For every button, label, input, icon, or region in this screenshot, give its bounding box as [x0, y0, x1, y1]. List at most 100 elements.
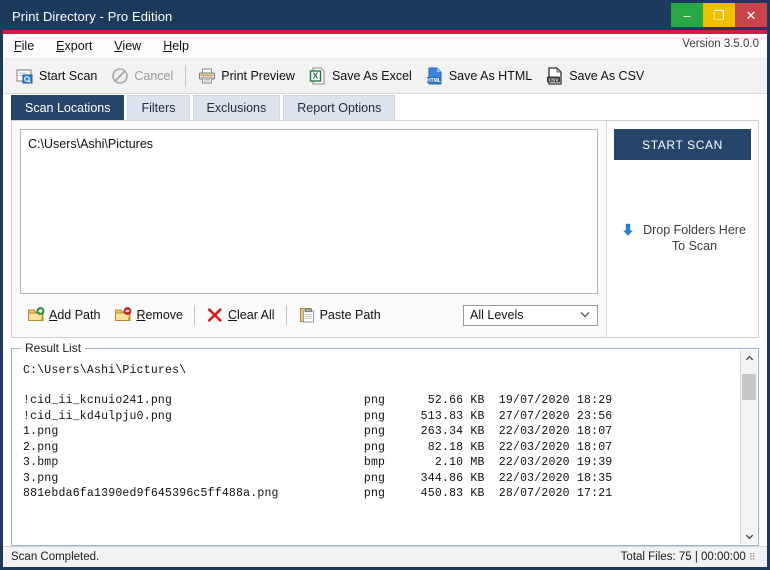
add-path-button[interactable]: Add Path	[20, 304, 107, 326]
scrollbar-thumb[interactable]	[742, 374, 756, 400]
toolbar-save-excel-button[interactable]: X Save As Excel	[302, 65, 419, 87]
toolbar-start-scan-label: Start Scan	[39, 69, 98, 83]
toolbar-cancel-button[interactable]: Cancel	[104, 65, 180, 87]
result-row[interactable]: !cid_ii_kcnuio241.png png 52.66 KB 19/07…	[23, 393, 741, 409]
status-elapsed: 00:00:00	[701, 551, 746, 563]
status-separator: |	[694, 551, 698, 563]
menu-item-help[interactable]: Help	[152, 39, 200, 53]
scan-icon	[16, 67, 34, 85]
menu-item-file[interactable]: File	[3, 39, 45, 53]
path-action-bar: Add Path Remove Clear All Paste Path All…	[20, 301, 598, 329]
menu-bar: File Export View Help Version 3.5.0.0	[3, 34, 767, 59]
download-arrow-icon	[619, 222, 637, 240]
toolbar-separator-1	[185, 65, 187, 87]
action-separator-1	[194, 305, 195, 325]
tab-exclusions[interactable]: Exclusions	[192, 95, 281, 120]
menu-item-export[interactable]: Export	[45, 39, 103, 53]
add-path-label: Add Path	[49, 308, 101, 322]
menu-file-rest: ile	[21, 39, 35, 53]
scroll-up-icon[interactable]	[741, 350, 757, 366]
folder-remove-icon	[114, 306, 132, 324]
toolbar-print-preview-label: Print Preview	[221, 69, 295, 83]
levels-dropdown[interactable]: All Levels	[463, 304, 598, 326]
toolbar-cancel-label: Cancel	[134, 69, 174, 83]
folder-add-icon	[27, 306, 45, 324]
tab-strip: Scan Locations Filters Exclusions Report…	[3, 94, 767, 120]
chevron-down-icon	[579, 308, 591, 323]
status-total-files: Total Files: 75	[620, 551, 692, 563]
toolbar-save-csv-button[interactable]: CSV Save As CSV	[539, 65, 651, 87]
excel-icon: X	[309, 67, 327, 85]
menu-item-view[interactable]: View	[103, 39, 152, 53]
maximize-icon: ❐	[713, 7, 725, 23]
scrollbar-track[interactable]	[741, 366, 757, 528]
action-separator-2	[285, 305, 287, 325]
close-icon: ✕	[745, 7, 757, 23]
svg-text:X: X	[313, 71, 319, 81]
html-icon: HTML	[426, 67, 444, 85]
tab-scan-locations[interactable]: Scan Locations	[11, 95, 125, 120]
version-label: Version 3.5.0.0	[682, 38, 759, 50]
maximize-button[interactable]: ❐	[703, 3, 735, 27]
toolbar-print-preview-button[interactable]: Print Preview	[191, 65, 302, 87]
remove-path-label: Remove	[136, 308, 183, 322]
menu-export-rest: xport	[64, 39, 93, 53]
start-scan-button[interactable]: START SCAN	[614, 129, 751, 160]
app-window: Print Directory - Pro Edition – ❐ ✕ File…	[0, 0, 770, 570]
drop-folders-line1: Drop Folders Here	[643, 223, 746, 237]
svg-text:HTML: HTML	[427, 78, 441, 84]
status-right: Total Files: 75 | 00:00:00 ⠿	[621, 551, 759, 563]
levels-selected-value: All Levels	[470, 308, 524, 322]
result-row[interactable]: !cid_ii_kd4ulpju0.png png 513.83 KB 27/0…	[23, 409, 741, 425]
toolbar-save-html-label: Save As HTML	[448, 69, 533, 83]
scan-locations-left: C:\Users\Ashi\Pictures Add Path Remove C…	[12, 121, 606, 337]
window-title: Print Directory - Pro Edition	[12, 9, 173, 24]
result-row[interactable]: 3.bmp bmp 2.10 MB 22/03/2020 19:39	[23, 455, 741, 471]
toolbar: Start Scan Cancel Print Preview X Save A…	[3, 59, 767, 94]
result-root-path: C:\Users\Ashi\Pictures\	[23, 364, 187, 377]
menu-help-rest: elp	[172, 39, 189, 53]
resize-grip-icon[interactable]: ⠿	[749, 552, 759, 563]
tab-exclusions-label: Exclusions	[206, 101, 267, 115]
toolbar-start-scan-button[interactable]: Start Scan	[9, 65, 104, 87]
red-x-icon	[206, 306, 224, 324]
cancel-icon	[111, 67, 129, 85]
result-rows: !cid_ii_kcnuio241.png png 52.66 KB 19/07…	[23, 393, 741, 502]
minimize-icon: –	[683, 7, 691, 23]
scan-path-item[interactable]: C:\Users\Ashi\Pictures	[28, 136, 590, 152]
minimize-button[interactable]: –	[671, 3, 703, 27]
csv-icon: CSV	[546, 67, 564, 85]
status-message: Scan Completed.	[11, 551, 100, 563]
scan-path-list[interactable]: C:\Users\Ashi\Pictures	[20, 129, 598, 294]
svg-text:CSV: CSV	[549, 77, 560, 83]
clear-all-label: Clear All	[228, 308, 275, 322]
tab-filters[interactable]: Filters	[127, 95, 190, 120]
toolbar-save-excel-label: Save As Excel	[331, 69, 412, 83]
result-list-group: Result List C:\Users\Ashi\Pictures\ !cid…	[11, 341, 759, 546]
paste-path-button[interactable]: Paste Path	[291, 304, 388, 326]
toolbar-save-html-button[interactable]: HTML Save As HTML	[419, 65, 539, 87]
result-row[interactable]: 2.png png 82.18 KB 22/03/2020 18:07	[23, 440, 741, 456]
title-bar: Print Directory - Pro Edition – ❐ ✕	[3, 3, 767, 30]
result-row[interactable]: 3.png png 344.86 KB 22/03/2020 18:35	[23, 471, 741, 487]
drop-folders-zone[interactable]: Drop Folders Here To Scan	[619, 222, 746, 254]
tab-report-options[interactable]: Report Options	[283, 95, 396, 120]
drop-folders-line2: To Scan	[671, 239, 718, 253]
toolbar-save-csv-label: Save As CSV	[569, 69, 645, 83]
result-list-content[interactable]: C:\Users\Ashi\Pictures\ !cid_ii_kcnuio24…	[13, 354, 741, 544]
window-controls: – ❐ ✕	[671, 3, 767, 27]
start-scan-label: START SCAN	[642, 137, 723, 152]
clear-all-button[interactable]: Clear All	[199, 304, 282, 326]
scroll-down-icon[interactable]	[741, 528, 757, 544]
paste-path-label: Paste Path	[319, 308, 381, 322]
clipboard-icon	[298, 306, 316, 324]
result-list-legend: Result List	[21, 341, 86, 355]
tab-filters-label: Filters	[141, 101, 176, 115]
result-list-scrollbar[interactable]	[740, 350, 757, 544]
tab-report-options-label: Report Options	[297, 101, 382, 115]
result-row[interactable]: 1.png png 263.34 KB 22/03/2020 18:07	[23, 424, 741, 440]
close-button[interactable]: ✕	[735, 3, 767, 27]
result-row[interactable]: 881ebda6fa1390ed9f645396c5ff488a.png png…	[23, 486, 741, 502]
remove-path-button[interactable]: Remove	[107, 304, 190, 326]
status-bar: Scan Completed. Total Files: 75 | 00:00:…	[3, 546, 767, 567]
